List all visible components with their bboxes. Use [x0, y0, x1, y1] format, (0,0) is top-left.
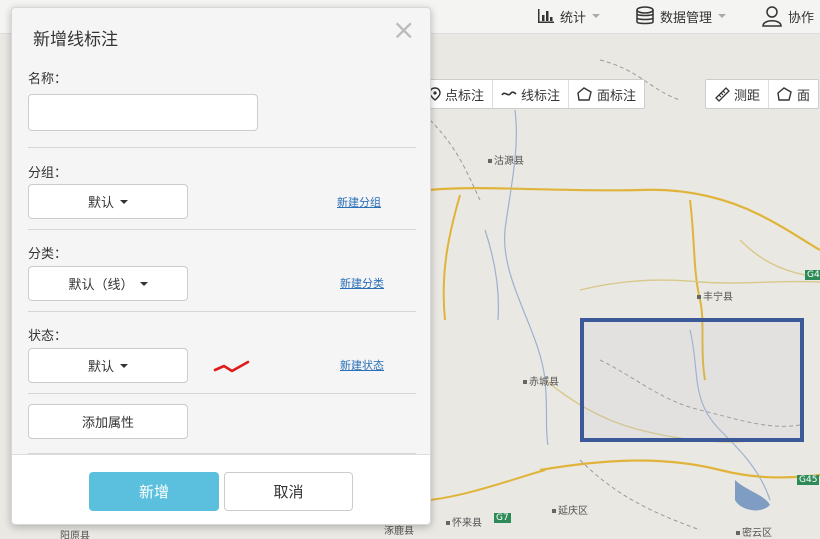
group-label: 分组： — [28, 166, 68, 181]
ruler-icon — [715, 87, 730, 102]
place-label: 密云区 — [736, 524, 772, 539]
polygon-icon — [577, 87, 592, 101]
bar-chart-icon — [538, 9, 554, 23]
database-icon — [636, 6, 654, 25]
line-annotation-label: 线标注 — [521, 88, 561, 104]
name-input[interactable] — [28, 94, 258, 131]
place-label: 沽源县 — [488, 152, 524, 167]
divider — [28, 147, 416, 148]
collaboration-menu[interactable]: 协作 — [761, 4, 814, 28]
polygon-icon — [777, 87, 792, 101]
highway-shield: G45 — [805, 270, 820, 280]
stats-menu-label: 统计 — [560, 10, 587, 26]
line-annotation-button[interactable]: 线标注 — [493, 80, 570, 108]
measure-toolbar: 测距 面 — [705, 79, 820, 109]
dialog-footer: 新增 取消 — [12, 454, 430, 524]
cancel-button[interactable]: 取消 — [224, 472, 353, 511]
chevron-down-icon — [718, 14, 727, 18]
stats-menu[interactable]: 统计 — [537, 4, 601, 28]
line-style-preview — [213, 360, 250, 373]
measure-area-button[interactable]: 面 — [769, 80, 818, 108]
place-label: 赤城县 — [523, 373, 559, 388]
polygon-annotation-button[interactable]: 面标注 — [569, 80, 644, 108]
point-annotation-button[interactable]: 点标注 — [421, 80, 494, 108]
new-group-link[interactable]: 新建分组 — [337, 194, 381, 210]
annotation-toolbar: 点标注 线标注 面标注 — [420, 79, 646, 109]
add-attribute-button[interactable]: 添加属性 — [28, 404, 188, 439]
category-select-value: 默认（线） — [68, 278, 134, 293]
status-select[interactable]: 默认 — [28, 348, 188, 383]
divider — [28, 229, 416, 230]
divider — [28, 311, 416, 312]
status-select-value: 默认 — [87, 360, 114, 375]
submit-button[interactable]: 新增 — [89, 472, 219, 511]
measure-area-label: 面 — [797, 88, 811, 104]
line-icon — [501, 91, 517, 96]
measure-distance-button[interactable]: 测距 — [706, 80, 770, 108]
point-annotation-label: 点标注 — [445, 88, 485, 104]
highway-shield: G45 — [797, 475, 820, 485]
polygon-annotation-label: 面标注 — [597, 88, 637, 104]
category-select[interactable]: 默认（线） — [28, 266, 188, 301]
chevron-down-icon — [120, 363, 128, 368]
chevron-down-icon — [592, 14, 601, 18]
add-line-annotation-dialog: 新增线标注 × 名称： 分组： 默认 新建分组 分类： 默认（线） 新建分类 状… — [11, 7, 431, 525]
place-label: 丰宁县 — [697, 288, 733, 303]
new-status-link[interactable]: 新建状态 — [340, 357, 384, 373]
new-category-link[interactable]: 新建分类 — [340, 275, 384, 291]
chevron-down-icon — [139, 281, 148, 286]
user-icon — [762, 6, 782, 27]
status-label: 状态： — [28, 329, 68, 344]
data-management-menu[interactable]: 数据管理 — [635, 4, 727, 28]
selection-rectangle[interactable] — [580, 318, 804, 442]
close-icon[interactable]: × — [392, 16, 415, 44]
divider — [28, 393, 416, 394]
category-label: 分类： — [28, 247, 68, 262]
name-label: 名称： — [28, 72, 68, 87]
highway-shield: G7 — [494, 513, 511, 523]
collaboration-menu-label: 协作 — [788, 10, 815, 26]
dialog-title: 新增线标注 — [33, 30, 118, 50]
group-select[interactable]: 默认 — [28, 184, 188, 219]
place-label: 阳原县 — [60, 531, 90, 539]
data-management-menu-label: 数据管理 — [660, 10, 713, 26]
group-select-value: 默认 — [87, 196, 114, 211]
chevron-down-icon — [120, 199, 128, 204]
place-label: 延庆区 — [552, 502, 588, 517]
measure-distance-label: 测距 — [734, 88, 761, 104]
place-label: 怀来县 — [446, 514, 482, 529]
